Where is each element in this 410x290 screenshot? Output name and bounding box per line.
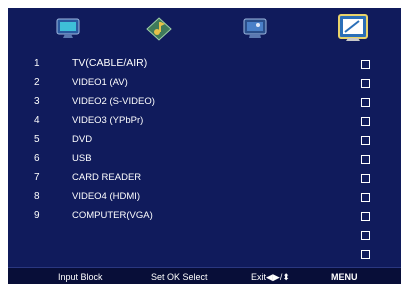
list-item[interactable]: 9 COMPUTER(VGA) bbox=[8, 208, 401, 226]
block-checkbox[interactable] bbox=[361, 250, 370, 259]
row-label: USB bbox=[72, 153, 92, 164]
list-item[interactable]: 4 VIDEO3 (YPbPr) bbox=[8, 113, 401, 131]
list-item[interactable]: 6 USB bbox=[8, 151, 401, 169]
tv-icon bbox=[56, 18, 80, 38]
row-label: TV(CABLE/AIR) bbox=[72, 57, 148, 69]
list-item[interactable] bbox=[8, 246, 401, 264]
tab-music[interactable] bbox=[145, 16, 173, 42]
row-label: VIDEO1 (AV) bbox=[72, 77, 128, 88]
block-checkbox[interactable] bbox=[361, 231, 370, 240]
block-checkbox[interactable] bbox=[361, 117, 370, 126]
row-label: COMPUTER(VGA) bbox=[72, 210, 153, 221]
row-label: VIDEO4 (HDMI) bbox=[72, 191, 141, 202]
row-number: 5 bbox=[34, 134, 40, 145]
footer-menu-hint: MENU bbox=[331, 272, 358, 282]
row-number: 4 bbox=[34, 115, 40, 126]
list-item[interactable]: 7 CARD READER bbox=[8, 170, 401, 188]
row-label: VIDEO3 (YPbPr) bbox=[72, 115, 144, 126]
osd-screen: 1 TV(CABLE/AIR) 2 VIDEO1 (AV) 3 VIDEO2 (S-VID… bbox=[8, 8, 401, 284]
footer-exit-hint: Exit◀▶/⬍ bbox=[251, 272, 290, 282]
music-icon bbox=[146, 17, 172, 41]
list-item[interactable]: 1 TV(CABLE/AIR) bbox=[8, 56, 401, 74]
lock-settings-icon bbox=[338, 14, 368, 41]
block-checkbox[interactable] bbox=[361, 155, 370, 164]
list-item[interactable]: 2 VIDEO1 (AV) bbox=[8, 75, 401, 93]
row-number: 9 bbox=[34, 210, 40, 221]
list-item[interactable]: 8 VIDEO4 (HDMI) bbox=[8, 189, 401, 207]
list-item[interactable] bbox=[8, 227, 401, 245]
footer-title: Input Block bbox=[58, 272, 103, 282]
footer-bar: Input Block Set OK Select Exit◀▶/⬍ MENU bbox=[8, 267, 401, 284]
row-number: 8 bbox=[34, 191, 40, 202]
block-checkbox[interactable] bbox=[361, 98, 370, 107]
block-checkbox[interactable] bbox=[361, 136, 370, 145]
row-number: 2 bbox=[34, 77, 40, 88]
block-checkbox[interactable] bbox=[361, 60, 370, 69]
block-checkbox[interactable] bbox=[361, 79, 370, 88]
list-item[interactable]: 3 VIDEO2 (S-VIDEO) bbox=[8, 94, 401, 112]
footer-select-hint: Set OK Select bbox=[151, 272, 208, 282]
row-number: 1 bbox=[34, 58, 40, 69]
tab-tv[interactable] bbox=[54, 16, 82, 42]
picture-icon bbox=[243, 18, 267, 38]
row-number: 6 bbox=[34, 153, 40, 164]
block-checkbox[interactable] bbox=[361, 193, 370, 202]
list-item[interactable]: 5 DVD bbox=[8, 132, 401, 150]
row-label: DVD bbox=[72, 134, 93, 145]
tab-picture[interactable] bbox=[241, 16, 269, 42]
row-label: CARD READER bbox=[72, 172, 142, 183]
block-checkbox[interactable] bbox=[361, 212, 370, 221]
row-number: 7 bbox=[34, 172, 40, 183]
row-number: 3 bbox=[34, 96, 40, 107]
block-checkbox[interactable] bbox=[361, 174, 370, 183]
row-label: VIDEO2 (S-VIDEO) bbox=[72, 96, 155, 107]
tab-lock[interactable] bbox=[338, 14, 368, 42]
menu-tab-bar bbox=[8, 8, 401, 50]
